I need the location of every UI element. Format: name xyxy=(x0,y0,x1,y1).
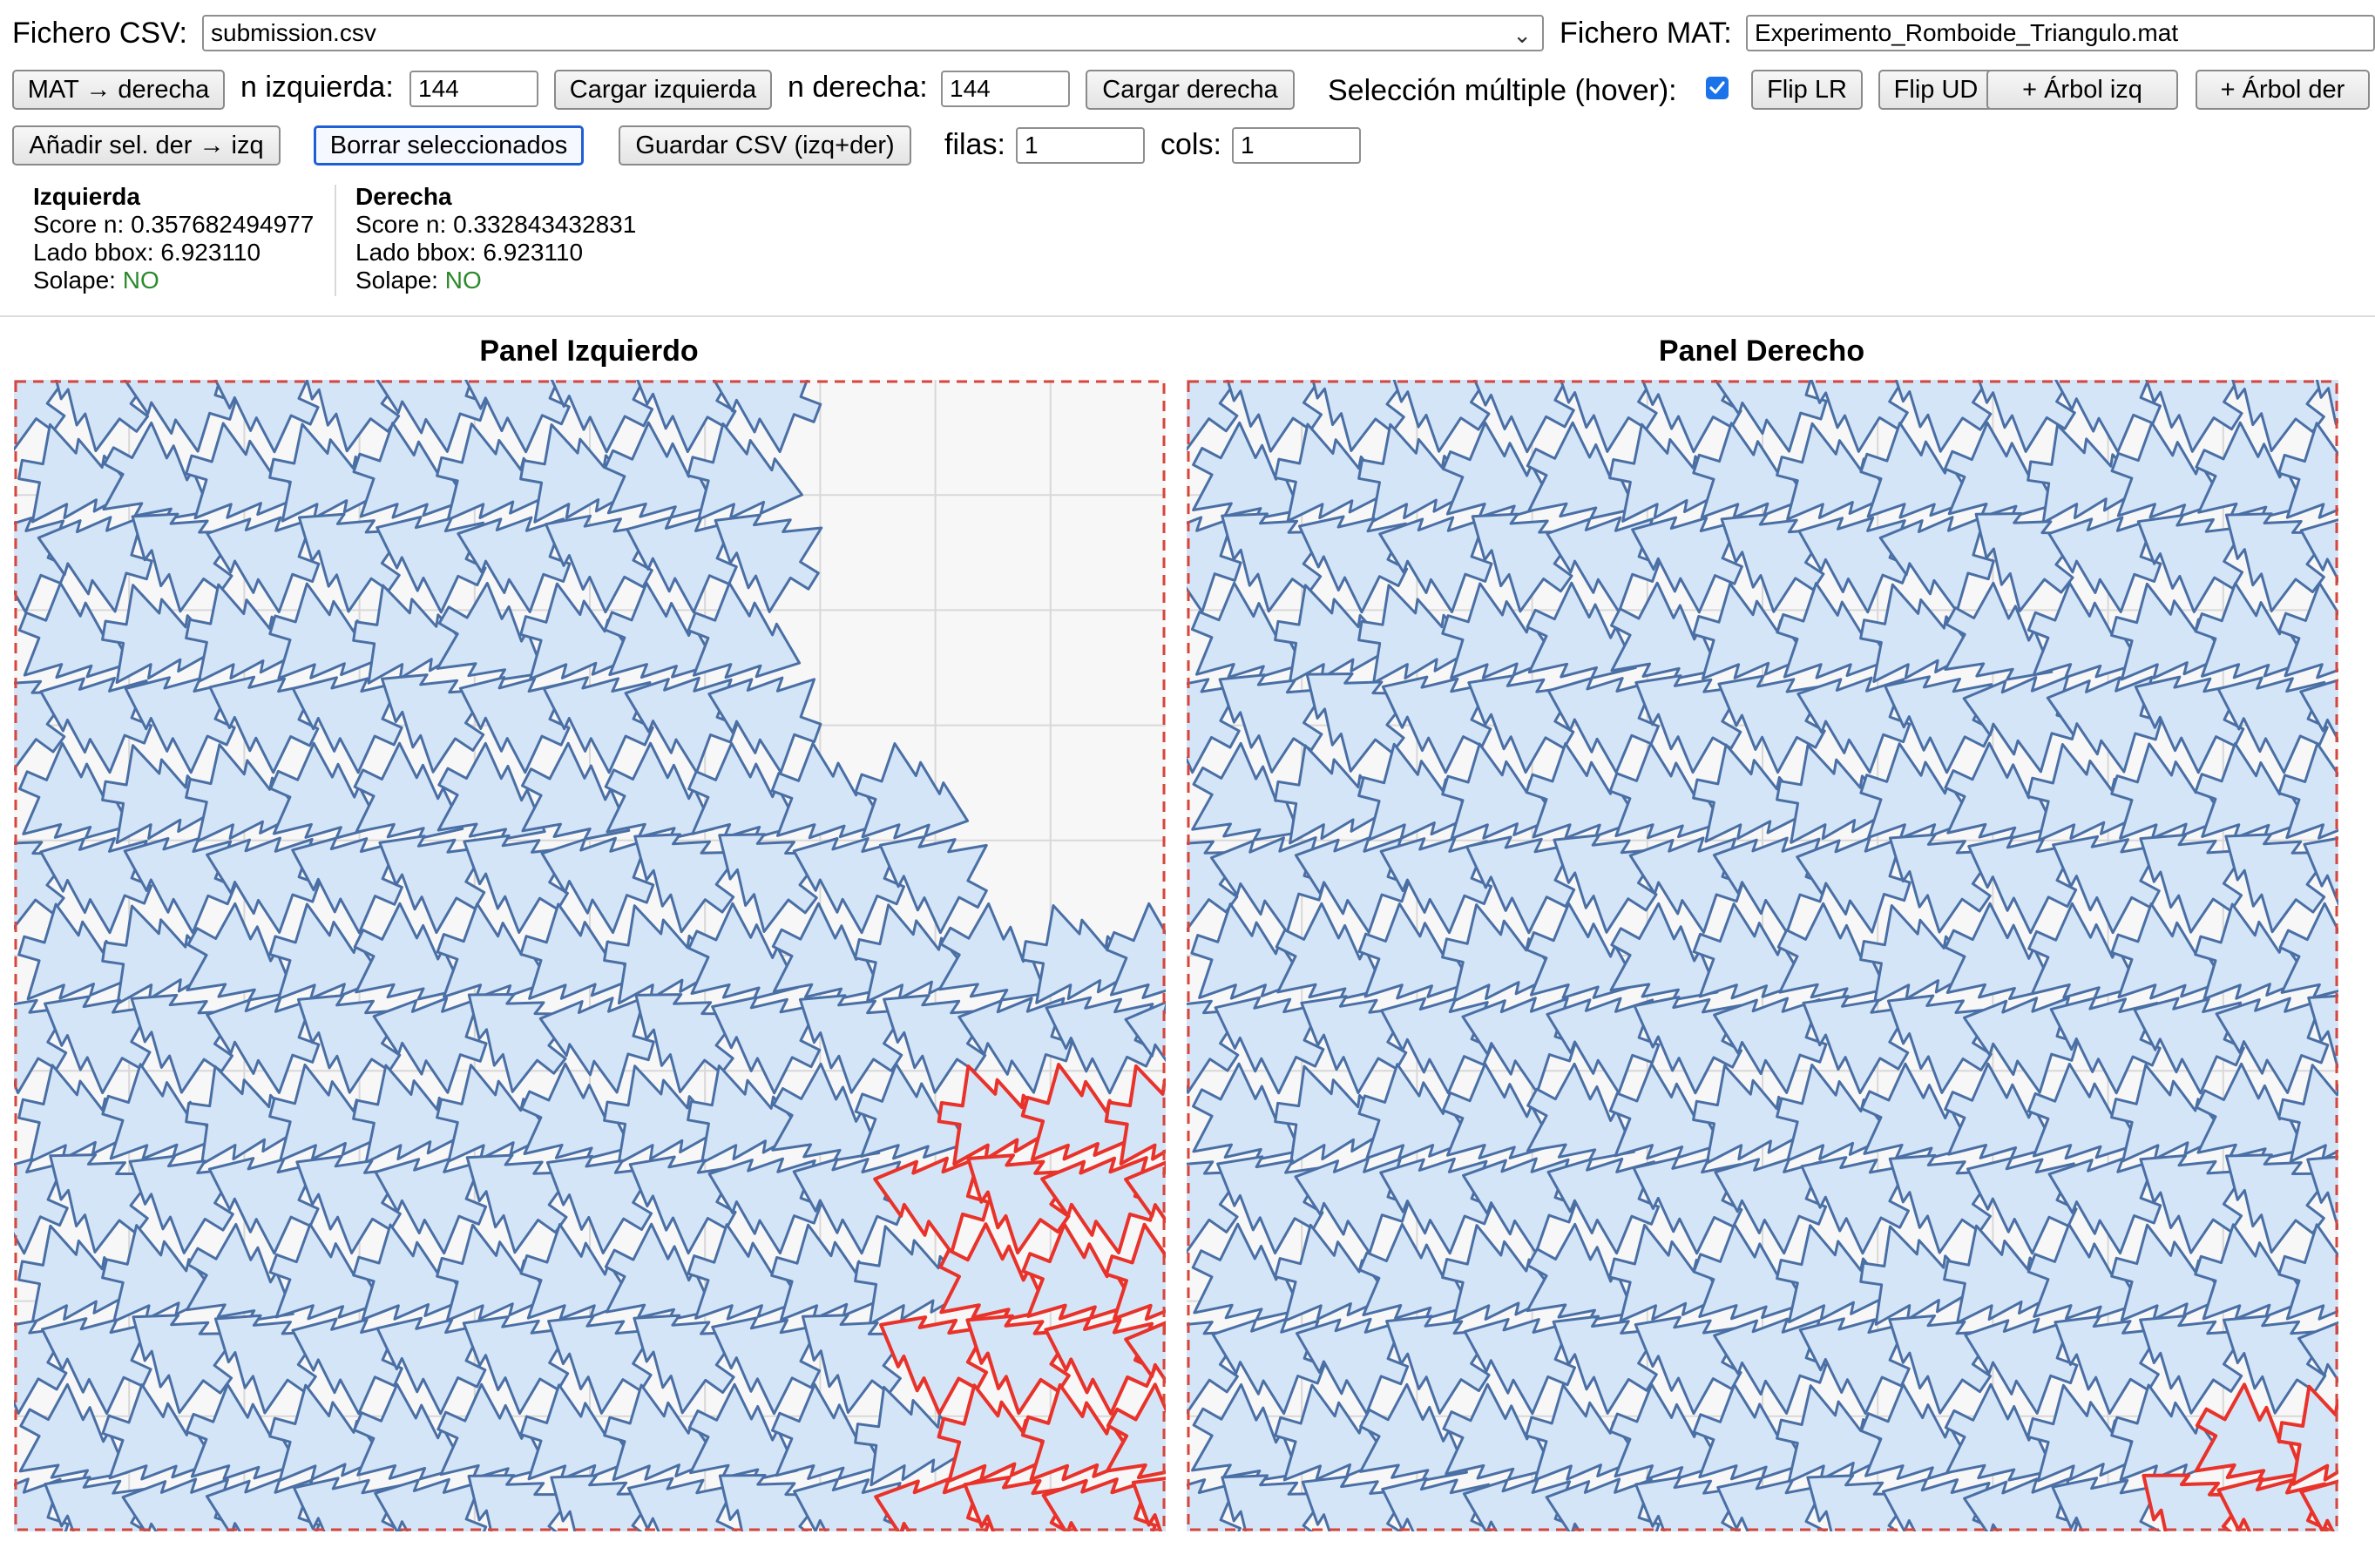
mat-file-label: Fichero MAT: xyxy=(1560,17,1732,50)
delete-selected-button[interactable]: Borrar seleccionados xyxy=(314,125,584,166)
csv-file-value: submission.csv xyxy=(211,19,376,46)
flip-lr-button[interactable]: Flip LR xyxy=(1751,70,1863,110)
stats-left-score-label: Score n: xyxy=(33,211,132,238)
stats-right-score: 0.332843432831 xyxy=(453,211,637,238)
stats-right-overlap: NO xyxy=(444,267,482,294)
right-panel-title: Panel Derecho xyxy=(1658,335,1865,368)
csv-file-select[interactable]: submission.csv ⌄ xyxy=(202,15,1544,51)
rows-input[interactable]: 1 xyxy=(1016,127,1145,164)
flip-ud-button[interactable]: Flip UD xyxy=(1878,70,1993,110)
add-tree-left-button[interactable]: + Árbol izq xyxy=(1986,70,2178,110)
n-left-input[interactable]: 144 xyxy=(409,71,538,107)
tree-icon[interactable] xyxy=(374,1477,488,1531)
stats-left-bbox-label: Lado bbox: xyxy=(33,239,161,266)
stats-left-title: Izquierda xyxy=(33,183,140,210)
n-left-label: n izquierda: xyxy=(240,71,394,104)
n-right-input[interactable]: 144 xyxy=(941,71,1070,107)
stats-left-bbox: 6.923110 xyxy=(160,239,261,266)
stats-divider xyxy=(335,185,336,296)
checkmark-icon xyxy=(1709,81,1725,94)
stats-right-bbox: 6.923110 xyxy=(483,239,584,266)
mat-file-input[interactable]: Experimento_Romboide_Triangulo.mat xyxy=(1746,15,2375,51)
stats-left-score: 0.357682494977 xyxy=(131,211,315,238)
rows-label: filas: xyxy=(944,128,1005,161)
cols-input[interactable]: 1 xyxy=(1232,127,1361,164)
right-panel-canvas[interactable] xyxy=(1187,380,2338,1531)
left-panel-title: Panel Izquierdo xyxy=(479,335,699,368)
load-right-button[interactable]: Cargar derecha xyxy=(1086,70,1295,110)
header-divider xyxy=(0,315,2375,317)
stats-left-overlap: NO xyxy=(122,267,159,294)
add-tree-right-button[interactable]: + Árbol der xyxy=(2196,70,2370,110)
cols-label: cols: xyxy=(1160,128,1221,161)
n-right-label: n derecha: xyxy=(788,71,928,104)
multi-select-label: Selección múltiple (hover): xyxy=(1328,74,1677,107)
load-left-button[interactable]: Cargar izquierda xyxy=(554,70,772,110)
multi-select-checkbox[interactable] xyxy=(1706,77,1729,99)
stats-right: Derecha Score n: 0.332843432831 Lado bbo… xyxy=(355,183,636,294)
stats-right-bbox-label: Lado bbox: xyxy=(355,239,484,266)
stats-left-overlap-label: Solape: xyxy=(33,267,123,294)
mat-to-right-button[interactable]: MAT → derecha xyxy=(12,70,225,110)
chevron-down-icon: ⌄ xyxy=(1512,22,1532,48)
save-csv-button[interactable]: Guardar CSV (izq+der) xyxy=(619,125,911,166)
stats-left: Izquierda Score n: 0.357682494977 Lado b… xyxy=(33,183,314,294)
left-panel-canvas[interactable] xyxy=(14,380,1166,1531)
stats-right-overlap-label: Solape: xyxy=(355,267,445,294)
stats-right-title: Derecha xyxy=(355,183,452,210)
stats-right-score-label: Score n: xyxy=(355,211,454,238)
csv-file-label: Fichero CSV: xyxy=(12,17,187,50)
add-selection-button[interactable]: Añadir sel. der → izq xyxy=(12,125,281,166)
